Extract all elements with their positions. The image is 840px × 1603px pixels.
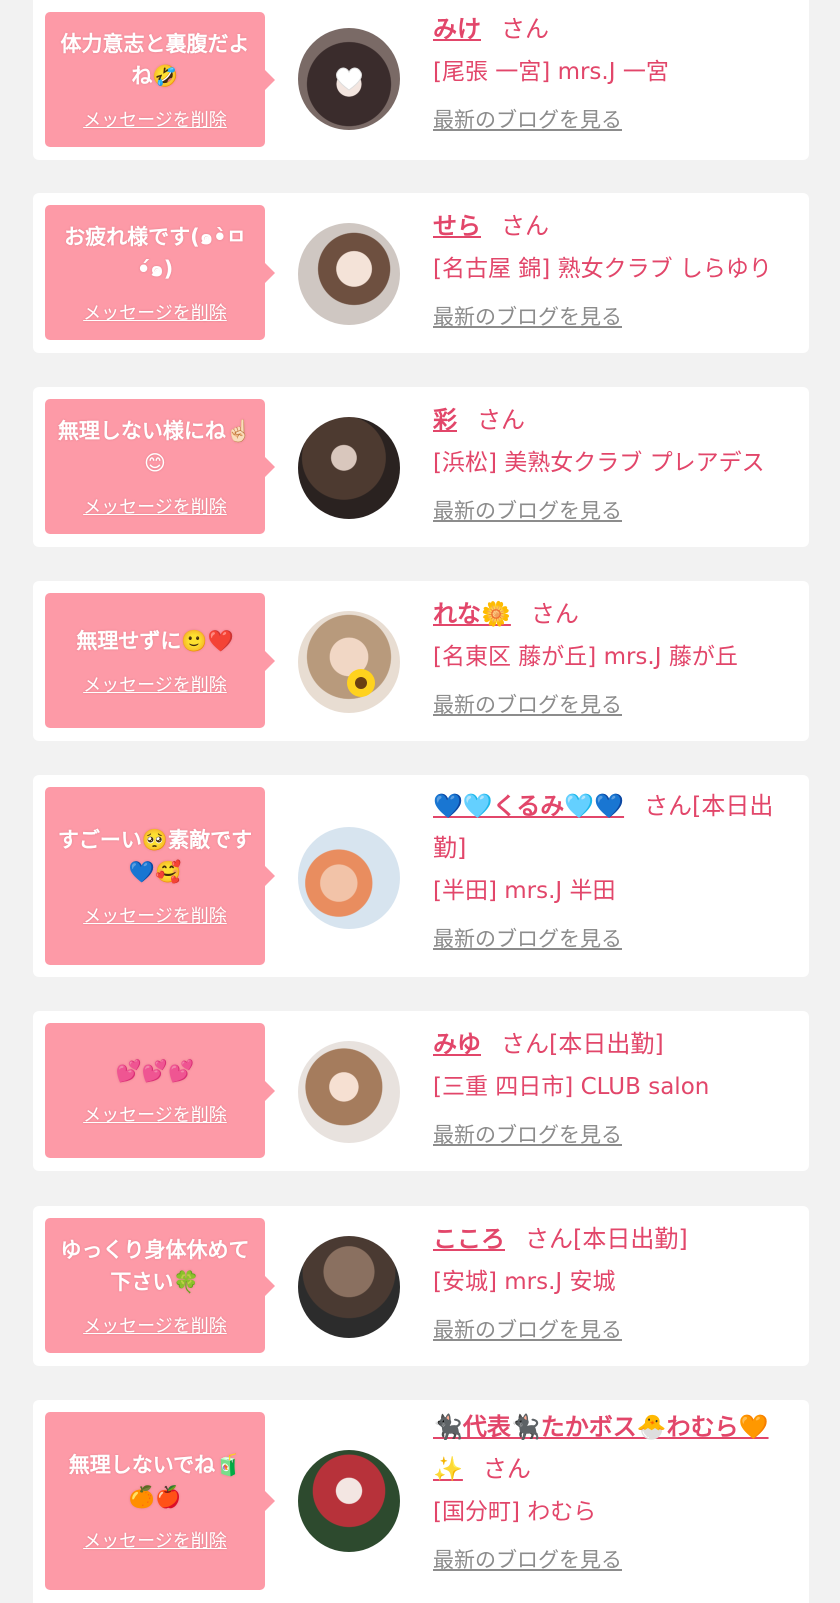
latest-blog-link[interactable]: 最新のブログを見る bbox=[433, 301, 622, 331]
message-bubble: 体力意志と裏腹だよね🤣 メッセージを削除 bbox=[45, 12, 275, 147]
cast-info: 彩さん [浜松] 美熟女クラブ プレアデス 最新のブログを見る bbox=[433, 399, 803, 525]
cast-name-link[interactable]: 💙🩵くるみ🩵💙 bbox=[433, 792, 624, 820]
cast-suffix: さん bbox=[530, 600, 579, 628]
cast-suffix: さん[本日出勤] bbox=[501, 1030, 664, 1058]
message-text: 体力意志と裏腹だよね🤣 bbox=[60, 31, 250, 88]
avatar[interactable] bbox=[298, 1041, 400, 1143]
latest-blog-link[interactable]: 最新のブログを見る bbox=[433, 1119, 622, 1149]
cast-suffix: さん bbox=[501, 212, 549, 240]
message-card: ゆっくり身体休めて下さい🍀 メッセージを削除 こころ さん[本日出勤] [安城] … bbox=[33, 1206, 809, 1366]
delete-message-button[interactable]: メッセージを削除 bbox=[83, 902, 227, 928]
cast-suffix: さん bbox=[477, 406, 525, 434]
avatar[interactable] bbox=[298, 827, 400, 929]
message-card: 体力意志と裏腹だよね🤣 メッセージを削除 みけ さん [尾張 一宮] mrs.J … bbox=[33, 0, 809, 160]
message-text: ゆっくり身体休めて下さい🍀 bbox=[60, 1237, 250, 1294]
cast-info: 💙🩵くるみ🩵💙 さん[本日出勤] [半田] mrs.J 半田 最新のブログを見る bbox=[433, 785, 803, 953]
latest-blog-link[interactable]: 最新のブログを見る bbox=[433, 1314, 622, 1344]
message-text: お疲れ様です(๑•̀ㅁ•́๑) bbox=[64, 224, 246, 281]
avatar[interactable] bbox=[298, 417, 400, 519]
message-bubble: 無理しないでね🧃🍊🍎 メッセージを削除 bbox=[45, 1412, 275, 1590]
avatar[interactable] bbox=[298, 28, 400, 130]
avatar[interactable] bbox=[298, 1450, 400, 1552]
delete-message-button[interactable]: メッセージを削除 bbox=[83, 671, 227, 697]
cast-name-link[interactable]: こころ bbox=[433, 1225, 505, 1253]
shop-name: [半田] mrs.J 半田 bbox=[433, 878, 616, 904]
latest-blog-link[interactable]: 最新のブログを見る bbox=[433, 1544, 622, 1574]
latest-blog-link[interactable]: 最新のブログを見る bbox=[433, 923, 622, 953]
cast-info: 🐈‍⬛代表🐈‍⬛たかボス🐣わむら🧡✨ さん [国分町] わむら 最新のブログを見る bbox=[433, 1406, 803, 1574]
message-bubble: すごーい🥺素敵です💙🥰 メッセージを削除 bbox=[45, 787, 275, 965]
shop-name: [浜松] 美熟女クラブ プレアデス bbox=[433, 450, 765, 476]
cast-suffix: さん[本日出勤] bbox=[525, 1225, 688, 1253]
shop-name: [三重 四日市] CLUB salon bbox=[433, 1074, 710, 1100]
cast-suffix: さん bbox=[501, 15, 549, 43]
latest-blog-link[interactable]: 最新のブログを見る bbox=[433, 495, 622, 525]
shop-name: [安城] mrs.J 安城 bbox=[433, 1269, 616, 1295]
shop-name: [名古屋 錦] 熟女クラブ しらゆり bbox=[433, 256, 772, 282]
message-text: すごーい🥺素敵です💙🥰 bbox=[57, 828, 253, 884]
latest-blog-link[interactable]: 最新のブログを見る bbox=[433, 689, 622, 719]
cast-name-link[interactable]: みけ bbox=[433, 15, 481, 43]
heart-sticker-icon bbox=[335, 67, 363, 91]
cast-suffix: さん bbox=[482, 1455, 531, 1483]
cast-name-link[interactable]: せら bbox=[433, 212, 481, 240]
cast-info: れな🌼 さん [名東区 藤が丘] mrs.J 藤が丘 最新のブログを見る bbox=[433, 593, 803, 719]
cast-info: こころ さん[本日出勤] [安城] mrs.J 安城 最新のブログを見る bbox=[433, 1218, 803, 1344]
delete-message-button[interactable]: メッセージを削除 bbox=[83, 106, 227, 132]
message-bubble: 無理せずに🙂❤️ メッセージを削除 bbox=[45, 593, 275, 728]
cast-name-link[interactable]: れな🌼 bbox=[433, 600, 511, 628]
message-card: すごーい🥺素敵です💙🥰 メッセージを削除 💙🩵くるみ🩵💙 さん[本日出勤] [半田… bbox=[33, 775, 809, 977]
shop-name: [国分町] わむら bbox=[433, 1499, 597, 1525]
cast-info: みけ さん [尾張 一宮] mrs.J 一宮 最新のブログを見る bbox=[433, 8, 803, 134]
message-card: 💕💕💕 メッセージを削除 みゆ さん[本日出勤] [三重 四日市] CLUB sa… bbox=[33, 1011, 809, 1171]
sunflower-sticker-icon bbox=[347, 669, 375, 697]
message-card: 無理しないでね🧃🍊🍎 メッセージを削除 🐈‍⬛代表🐈‍⬛たかボス🐣わむら🧡✨ さん… bbox=[33, 1400, 809, 1603]
message-text: 無理せずに🙂❤️ bbox=[76, 628, 234, 653]
cast-name-link[interactable]: みゆ bbox=[433, 1030, 481, 1058]
cast-info: みゆ さん[本日出勤] [三重 四日市] CLUB salon 最新のブログを見る bbox=[433, 1023, 803, 1149]
message-bubble: お疲れ様です(๑•̀ㅁ•́๑) メッセージを削除 bbox=[45, 205, 275, 340]
delete-message-button[interactable]: メッセージを削除 bbox=[83, 1527, 227, 1553]
delete-message-button[interactable]: メッセージを削除 bbox=[83, 493, 227, 519]
delete-message-button[interactable]: メッセージを削除 bbox=[83, 299, 227, 325]
message-card: 無理しない様にね☝🏻😊 メッセージを削除 彩さん [浜松] 美熟女クラブ プレア… bbox=[33, 387, 809, 547]
cast-name-link[interactable]: 彩 bbox=[433, 406, 457, 434]
message-bubble: 無理しない様にね☝🏻😊 メッセージを削除 bbox=[45, 399, 275, 534]
cast-info: せら さん [名古屋 錦] 熟女クラブ しらゆり 最新のブログを見る bbox=[433, 205, 803, 331]
message-text: 無理しないでね🧃🍊🍎 bbox=[68, 1453, 242, 1509]
delete-message-button[interactable]: メッセージを削除 bbox=[83, 1312, 227, 1338]
avatar[interactable] bbox=[298, 223, 400, 325]
message-card: お疲れ様です(๑•̀ㅁ•́๑) メッセージを削除 せら さん [名古屋 錦] 熟女… bbox=[33, 193, 809, 353]
message-text: 無理しない様にね☝🏻😊 bbox=[57, 418, 253, 475]
message-card: 無理せずに🙂❤️ メッセージを削除 れな🌼 さん [名東区 藤が丘] mrs.J … bbox=[33, 581, 809, 741]
shop-name: [尾張 一宮] mrs.J 一宮 bbox=[433, 59, 669, 85]
delete-message-button[interactable]: メッセージを削除 bbox=[83, 1101, 227, 1127]
avatar[interactable] bbox=[298, 1236, 400, 1338]
message-bubble: 💕💕💕 メッセージを削除 bbox=[45, 1023, 275, 1158]
message-bubble: ゆっくり身体休めて下さい🍀 メッセージを削除 bbox=[45, 1218, 275, 1353]
avatar[interactable] bbox=[298, 611, 400, 713]
shop-name: [名東区 藤が丘] mrs.J 藤が丘 bbox=[433, 644, 738, 670]
message-text: 💕💕💕 bbox=[115, 1058, 195, 1083]
latest-blog-link[interactable]: 最新のブログを見る bbox=[433, 104, 622, 134]
